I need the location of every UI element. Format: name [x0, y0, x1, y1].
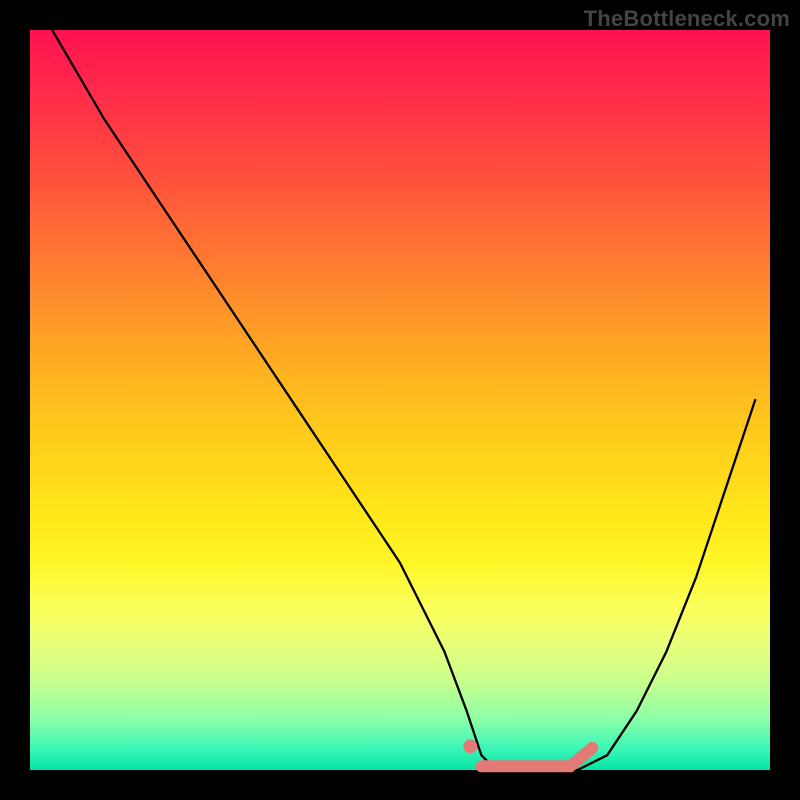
- chart-container: TheBottleneck.com: [0, 0, 800, 800]
- watermark-text: TheBottleneck.com: [584, 6, 790, 32]
- flat-highlight-segment: [481, 748, 592, 767]
- plot-area: [30, 30, 770, 770]
- marker-dot: [463, 739, 477, 753]
- bottleneck-curve: [52, 30, 755, 770]
- chart-svg: [30, 30, 770, 770]
